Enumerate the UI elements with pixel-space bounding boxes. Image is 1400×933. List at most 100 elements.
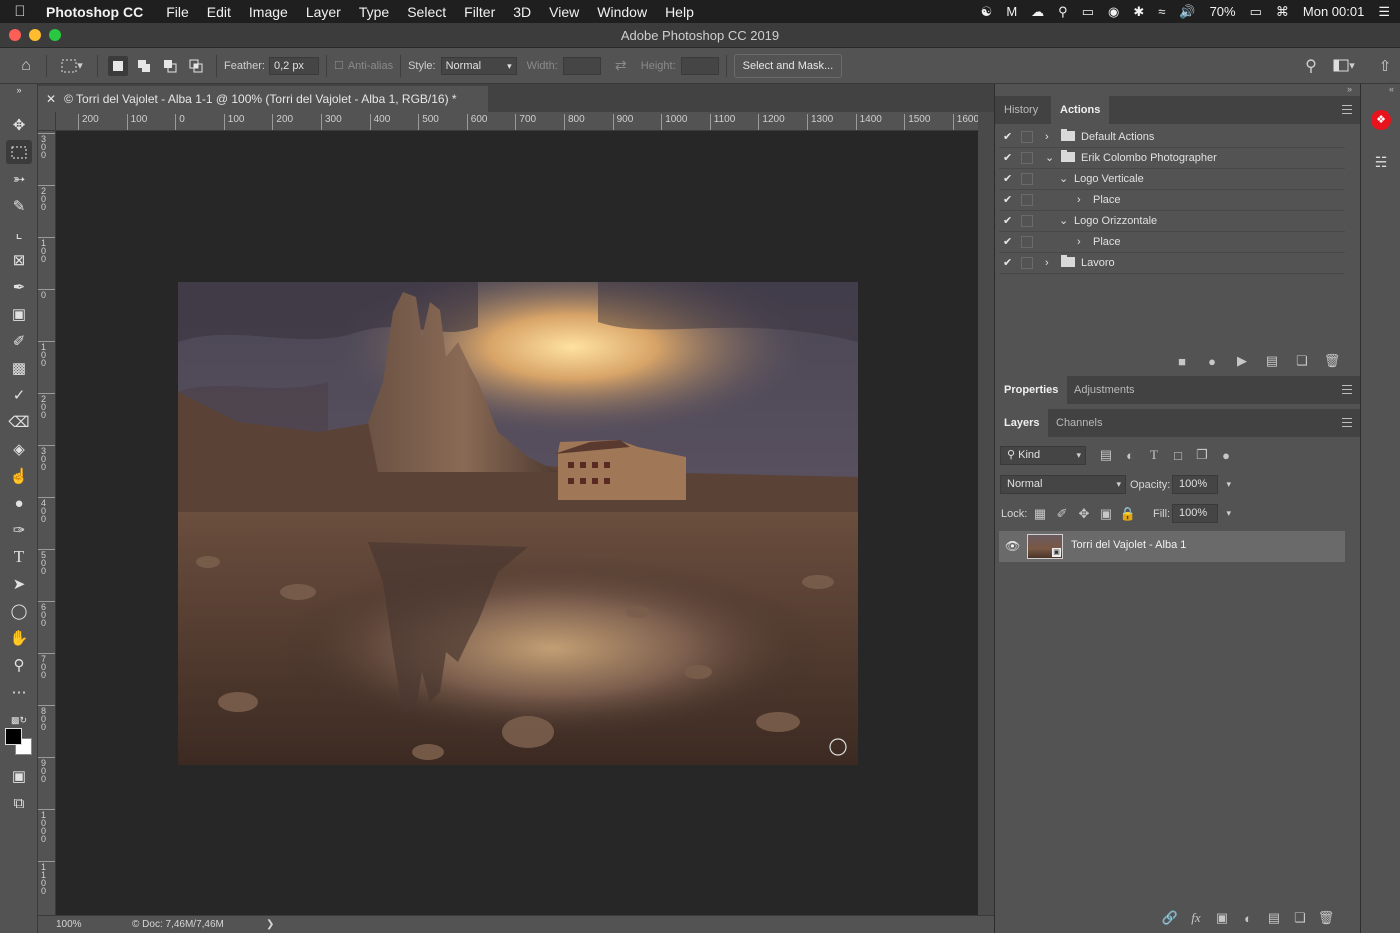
expand-chevron-icon[interactable]: › (1045, 253, 1049, 273)
home-icon[interactable]: ⌂ (16, 56, 36, 76)
action-set-row[interactable]: ✔ ⌄ Erik Colombo Photographer (999, 148, 1345, 169)
bluetooth-icon[interactable]: ✱ (1133, 4, 1144, 20)
close-window-button[interactable] (9, 29, 21, 41)
zoom-level-field[interactable]: 100% (56, 916, 82, 933)
height-input[interactable] (680, 56, 719, 75)
add-to-selection-icon[interactable] (134, 56, 154, 76)
tab-channels[interactable]: Channels (1047, 409, 1111, 437)
subtract-from-selection-icon[interactable] (160, 56, 180, 76)
eyedropper-tool-icon[interactable]: ✒ (6, 275, 32, 299)
action-set-row[interactable]: ✔ › Lavoro (999, 253, 1345, 274)
dialog-toggle-icon[interactable] (1021, 173, 1033, 185)
new-selection-icon[interactable] (108, 55, 128, 76)
smart-object-filter-icon[interactable]: ❐ (1191, 444, 1213, 466)
toggle-check-icon[interactable]: ✔ (1003, 127, 1017, 147)
lock-position-icon[interactable]: ✥ (1073, 503, 1095, 525)
menu-help[interactable]: Help (656, 4, 703, 20)
minimize-window-button[interactable] (29, 29, 41, 41)
collapse-panels-icon[interactable]: » (995, 84, 1360, 96)
brush-tool-icon[interactable]: ✐ (6, 329, 32, 353)
new-set-folder-icon[interactable]: ▤ (1261, 350, 1283, 372)
keyboard-icon[interactable]: ⌘ (1276, 4, 1289, 20)
paint-bucket-tool-icon[interactable]: ◈ (6, 437, 32, 461)
record-icon[interactable]: ● (1201, 350, 1223, 372)
lock-image-pixels-icon[interactable]: ✐ (1051, 503, 1073, 525)
dialog-toggle-icon[interactable] (1021, 236, 1033, 248)
intersect-selection-icon[interactable] (186, 56, 206, 76)
menu-layer[interactable]: Layer (297, 4, 350, 20)
pen-tool-icon[interactable]: ✑ (6, 518, 32, 542)
tab-actions[interactable]: Actions (1051, 96, 1110, 124)
sync-icon[interactable]: ☁ (1031, 4, 1044, 20)
wifi-icon[interactable]: ≈ (1158, 4, 1165, 19)
panel-menu-icon[interactable] (1342, 385, 1352, 394)
eraser-tool-icon[interactable]: ⌫ (6, 410, 32, 434)
menu-view[interactable]: View (540, 4, 588, 20)
frame-tool-icon[interactable]: ⊠ (6, 248, 32, 272)
adjustment-layer-icon[interactable]: ◐ (1237, 907, 1259, 929)
delete-layer-icon[interactable]: 🗑 (1315, 907, 1337, 929)
lock-artboard-icon[interactable]: ▣ (1095, 503, 1117, 525)
quick-selection-tool-icon[interactable]: ✎ (6, 194, 32, 218)
chevron-down-icon[interactable]: ▾ (1226, 476, 1231, 493)
type-tool-icon[interactable]: T (6, 545, 32, 569)
collapse-chevron-icon[interactable]: ⌄ (1059, 169, 1068, 189)
share-icon[interactable]: ⇧ (1375, 56, 1395, 76)
app-status-icon[interactable]: M (1006, 4, 1017, 19)
toggle-check-icon[interactable]: ✔ (1003, 148, 1017, 168)
adjustment-layer-filter-icon[interactable]: ◐ (1119, 444, 1141, 466)
creative-cloud-icon[interactable]: ☯ (981, 4, 993, 20)
menu-file[interactable]: File (157, 4, 198, 20)
opacity-input[interactable]: 100% ▾ (1172, 475, 1231, 494)
action-step-row[interactable]: ✔ › Place (999, 232, 1345, 253)
workspace-icon[interactable]: ▾ (1329, 56, 1359, 76)
tab-properties[interactable]: Properties (995, 376, 1068, 404)
layer-filter-select[interactable]: ⚲ Kind ▾ (1000, 446, 1086, 465)
hand-tool-icon[interactable]: ✋ (6, 626, 32, 650)
toggle-check-icon[interactable]: ✔ (1003, 190, 1017, 210)
screen-mode-icon[interactable]: ⧉ (6, 791, 32, 815)
document-image[interactable] (178, 282, 858, 765)
lock-transparent-pixels-icon[interactable]: ▦ (1029, 503, 1051, 525)
plugin-panel-icon[interactable]: ☵ (1371, 154, 1391, 174)
pixel-layer-filter-icon[interactable]: ▤ (1095, 444, 1117, 466)
action-step-row[interactable]: ✔ › Place (999, 190, 1345, 211)
play-icon[interactable]: ▶ (1231, 350, 1253, 372)
healing-brush-tool-icon[interactable]: ▣ (6, 302, 32, 326)
panel-menu-icon[interactable] (1342, 105, 1352, 114)
more-tools-icon[interactable]: ⋯ (6, 680, 32, 704)
menu-window[interactable]: Window (588, 4, 656, 20)
volume-icon[interactable]: 🔊 (1179, 4, 1195, 20)
airplay-icon[interactable]: ▭ (1082, 4, 1094, 20)
action-row[interactable]: ✔ ⌄ Logo Orizzontale (999, 211, 1345, 232)
path-selection-tool-icon[interactable]: ➤ (6, 572, 32, 596)
search-icon[interactable]: ⚲ (1301, 56, 1321, 76)
move-tool-icon[interactable]: ✥ (6, 113, 32, 137)
delete-icon[interactable]: 🗑 (1321, 350, 1343, 372)
toggle-check-icon[interactable]: ✔ (1003, 169, 1017, 189)
shape-layer-filter-icon[interactable]: □ (1167, 444, 1189, 466)
apple-menu-icon[interactable]:  (0, 3, 40, 20)
notification-center-icon[interactable]: ☰ (1378, 4, 1390, 20)
feather-input[interactable]: 0,2 px (268, 56, 319, 75)
tab-adjustments[interactable]: Adjustments (1065, 376, 1144, 404)
foreground-color-swatch[interactable] (5, 728, 22, 745)
dialog-toggle-icon[interactable] (1021, 257, 1033, 269)
type-layer-filter-icon[interactable]: T (1143, 444, 1165, 466)
crop-tool-icon[interactable]: ⌞ (6, 221, 32, 245)
spotlight-search-icon[interactable]: ⚲ (1058, 4, 1068, 20)
dodge-tool-icon[interactable]: ● (6, 491, 32, 515)
siri-icon[interactable]: ◉ (1108, 4, 1119, 20)
ellipse-tool-icon[interactable]: ◯ (6, 599, 32, 623)
vertical-scrollbar[interactable] (978, 112, 994, 915)
marquee-tool-icon[interactable] (6, 140, 32, 164)
add-mask-icon[interactable]: ▣ (1211, 907, 1233, 929)
menu-filter[interactable]: Filter (455, 4, 504, 20)
fill-input[interactable]: 100% ▾ (1172, 504, 1231, 523)
app-menu[interactable]: Photoshop CC (40, 4, 157, 20)
dialog-toggle-icon[interactable] (1021, 215, 1033, 227)
swap-dimensions-icon[interactable]: ⇄ (611, 56, 631, 76)
antialias-checkbox[interactable]: ☐ (334, 59, 344, 72)
action-set-row[interactable]: ✔ › Default Actions (999, 127, 1345, 148)
chevron-down-icon[interactable]: ▾ (1226, 505, 1231, 522)
